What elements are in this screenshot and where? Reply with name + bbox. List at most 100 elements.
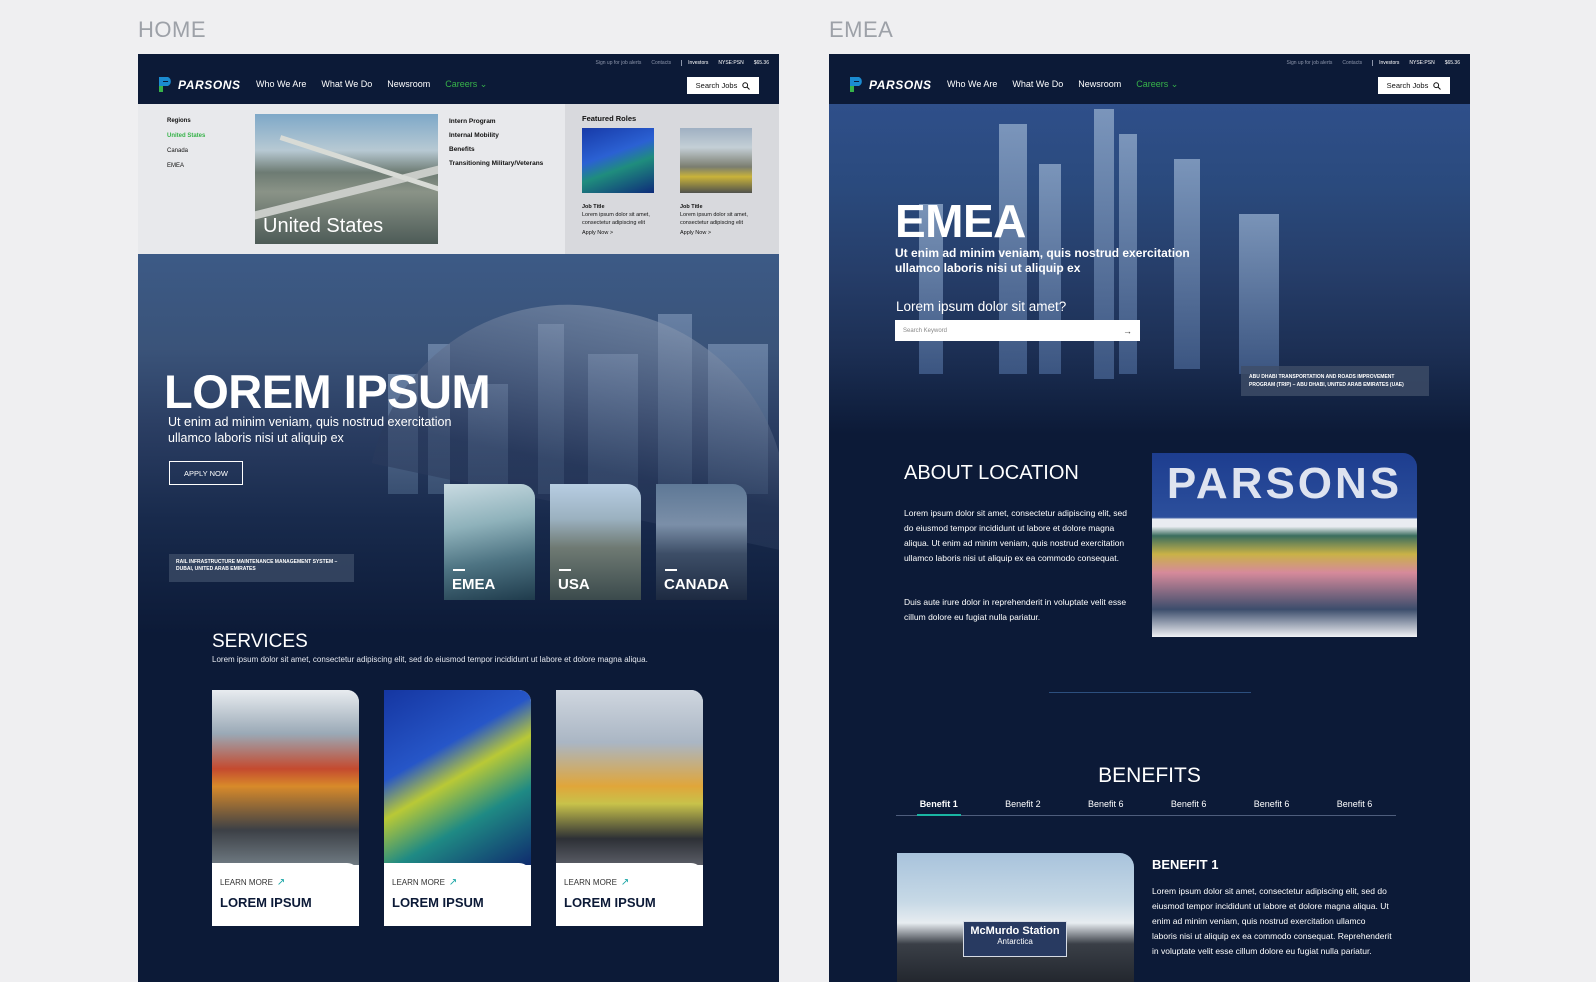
region-united-states[interactable]: United States: [167, 129, 205, 144]
service-name: LOREM IPSUM: [392, 895, 484, 910]
tab-benefit[interactable]: Benefit 6: [1254, 799, 1290, 815]
service-card-body: LEARN MORE ↗ LOREM IPSUM: [556, 863, 703, 926]
service-photo: [556, 690, 703, 865]
investors-link[interactable]: Investors: [1372, 60, 1399, 66]
parsons-logo[interactable]: PARSONS: [158, 76, 241, 93]
stock-ticker: NYSE:PSN: [1409, 60, 1435, 66]
arrow-up-right-icon: ↗: [620, 877, 630, 888]
role-photo: [680, 128, 752, 193]
job-alerts-link[interactable]: Sign up for job alerts: [1287, 60, 1333, 66]
learn-more-link[interactable]: LEARN MORE ↗: [220, 877, 351, 888]
location-card-canada[interactable]: CANADA: [656, 484, 747, 600]
link-internal-mobility[interactable]: Internal Mobility: [449, 129, 543, 143]
home-page-frame: Sign up for job alerts Contacts Investor…: [138, 54, 779, 982]
search-jobs-label: Search Jobs: [1386, 81, 1429, 90]
job-alerts-link[interactable]: Sign up for job alerts: [596, 60, 642, 66]
search-icon: [742, 81, 751, 90]
role-photo: [582, 128, 654, 193]
learn-more-link[interactable]: LEARN MORE ↗: [564, 877, 695, 888]
region-image-caption: United States: [263, 215, 384, 237]
contacts-link[interactable]: Contacts: [1342, 60, 1362, 66]
menu-careers[interactable]: Careers ⌄: [445, 79, 487, 90]
emea-hero-caption: ABU DHABI TRANSPORTATION AND ROADS IMPRO…: [1241, 366, 1429, 396]
top-nav: Sign up for job alerts Contacts Investor…: [829, 54, 1470, 104]
artboard-label-home: HOME: [138, 17, 206, 42]
keyword-search-placeholder: Search Keyword: [903, 327, 948, 334]
service-card[interactable]: LEARN MORE ↗ LOREM IPSUM: [212, 690, 359, 926]
artboard-label-emea: EMEA: [829, 17, 894, 42]
menu-what-we-do[interactable]: What We Do: [1012, 79, 1063, 90]
parsons-logo[interactable]: PARSONS: [849, 76, 932, 93]
emea-hero-title: EMEA: [895, 195, 1026, 247]
region-canada[interactable]: Canada: [167, 144, 205, 159]
menu-who-we-are[interactable]: Who We Are: [256, 79, 306, 90]
hero-subtitle: Ut enim ad minim veniam, quis nostrud ex…: [168, 415, 452, 445]
service-name: LOREM IPSUM: [564, 895, 656, 910]
tab-benefit[interactable]: Benefit 6: [1088, 799, 1124, 815]
emea-page-frame: Sign up for job alerts Contacts Investor…: [829, 54, 1470, 982]
main-menu: Who We Are What We Do Newsroom Careers ⌄: [947, 79, 1178, 90]
menu-what-we-do[interactable]: What We Do: [321, 79, 372, 90]
region-emea[interactable]: EMEA: [167, 159, 205, 174]
location-card-emea[interactable]: EMEA: [444, 484, 535, 600]
search-jobs-button[interactable]: Search Jobs: [1378, 77, 1450, 94]
search-question: Lorem ipsum dolor sit amet?: [896, 299, 1067, 314]
station-sign-subtitle: Antarctica: [997, 937, 1033, 946]
benefit-tabs: Benefit 1 Benefit 2 Benefit 6 Benefit 6 …: [896, 799, 1396, 816]
investors-link[interactable]: Investors: [681, 60, 708, 66]
link-military-veterans[interactable]: Transitioning Military/Veterans: [449, 157, 543, 171]
learn-more-link[interactable]: LEARN MORE ↗: [392, 877, 523, 888]
featured-role-card[interactable]: Job Title Lorem ipsum dolor sit amet, co…: [680, 128, 760, 237]
parsons-logo-icon: [849, 76, 864, 93]
location-card-usa[interactable]: USA: [550, 484, 641, 600]
role-apply-link[interactable]: Apply Now >: [680, 229, 760, 237]
menu-careers[interactable]: Careers ⌄: [1136, 79, 1178, 90]
location-card-label: USA: [558, 576, 590, 593]
careers-mega-menu: Regions United States Canada EMEA United…: [138, 104, 779, 254]
search-jobs-button[interactable]: Search Jobs: [687, 77, 759, 94]
apply-now-button[interactable]: APPLY NOW: [169, 461, 243, 485]
about-location-title: ABOUT LOCATION: [904, 462, 1079, 484]
careers-links: Intern Program Internal Mobility Benefit…: [449, 115, 543, 171]
link-intern-program[interactable]: Intern Program: [449, 115, 543, 129]
card-accent-bar: [453, 569, 465, 571]
role-apply-link[interactable]: Apply Now >: [582, 229, 662, 237]
tab-benefit[interactable]: Benefit 6: [1171, 799, 1207, 815]
team-photo: PARSONS: [1152, 453, 1417, 637]
role-title: Job Title: [582, 204, 605, 210]
emea-hero-subtitle: Ut enim ad minim veniam, quis nostrud ex…: [895, 246, 1190, 275]
featured-role-card[interactable]: Job Title Lorem ipsum dolor sit amet, co…: [582, 128, 662, 237]
skyline-tower: [1239, 214, 1279, 374]
search-icon: [1433, 81, 1442, 90]
region-image[interactable]: United States: [255, 114, 438, 244]
benefit-body: Lorem ipsum dolor sit amet, consectetur …: [1152, 886, 1392, 956]
service-photo: [212, 690, 359, 865]
about-paragraph: Duis aute irure dolor in reprehenderit i…: [904, 597, 1127, 622]
location-card-label: EMEA: [452, 576, 496, 593]
role-title: Job Title: [680, 204, 703, 210]
service-card[interactable]: LEARN MORE ↗ LOREM IPSUM: [384, 690, 531, 926]
home-hero: LOREM IPSUM Ut enim ad minim veniam, qui…: [138, 254, 779, 634]
menu-who-we-are[interactable]: Who We Are: [947, 79, 997, 90]
benefit-photo: McMurdo Station Antarctica: [897, 853, 1134, 982]
service-card[interactable]: LEARN MORE ↗ LOREM IPSUM: [556, 690, 703, 926]
featured-roles-title: Featured Roles: [582, 114, 637, 123]
arrow-up-right-icon: ↗: [276, 877, 286, 888]
arrow-right-icon[interactable]: →: [1123, 326, 1132, 336]
section-divider: [1049, 692, 1251, 693]
tab-benefit[interactable]: Benefit 6: [1337, 799, 1373, 815]
benefit-heading: BENEFIT 1: [1152, 857, 1219, 872]
tab-benefit-2[interactable]: Benefit 2: [1005, 799, 1041, 815]
tab-benefit-1[interactable]: Benefit 1: [916, 799, 961, 816]
card-accent-bar: [559, 569, 571, 571]
card-accent-bar: [665, 569, 677, 571]
logo-wordmark: PARSONS: [869, 77, 932, 92]
top-nav: Sign up for job alerts Contacts Investor…: [138, 54, 779, 104]
menu-newsroom[interactable]: Newsroom: [387, 79, 430, 90]
stock-price: $65.36: [753, 60, 769, 66]
keyword-search-input[interactable]: Search Keyword →: [895, 320, 1140, 341]
menu-newsroom[interactable]: Newsroom: [1078, 79, 1121, 90]
contacts-link[interactable]: Contacts: [651, 60, 671, 66]
service-card-body: LEARN MORE ↗ LOREM IPSUM: [384, 863, 531, 926]
link-benefits[interactable]: Benefits: [449, 143, 543, 157]
